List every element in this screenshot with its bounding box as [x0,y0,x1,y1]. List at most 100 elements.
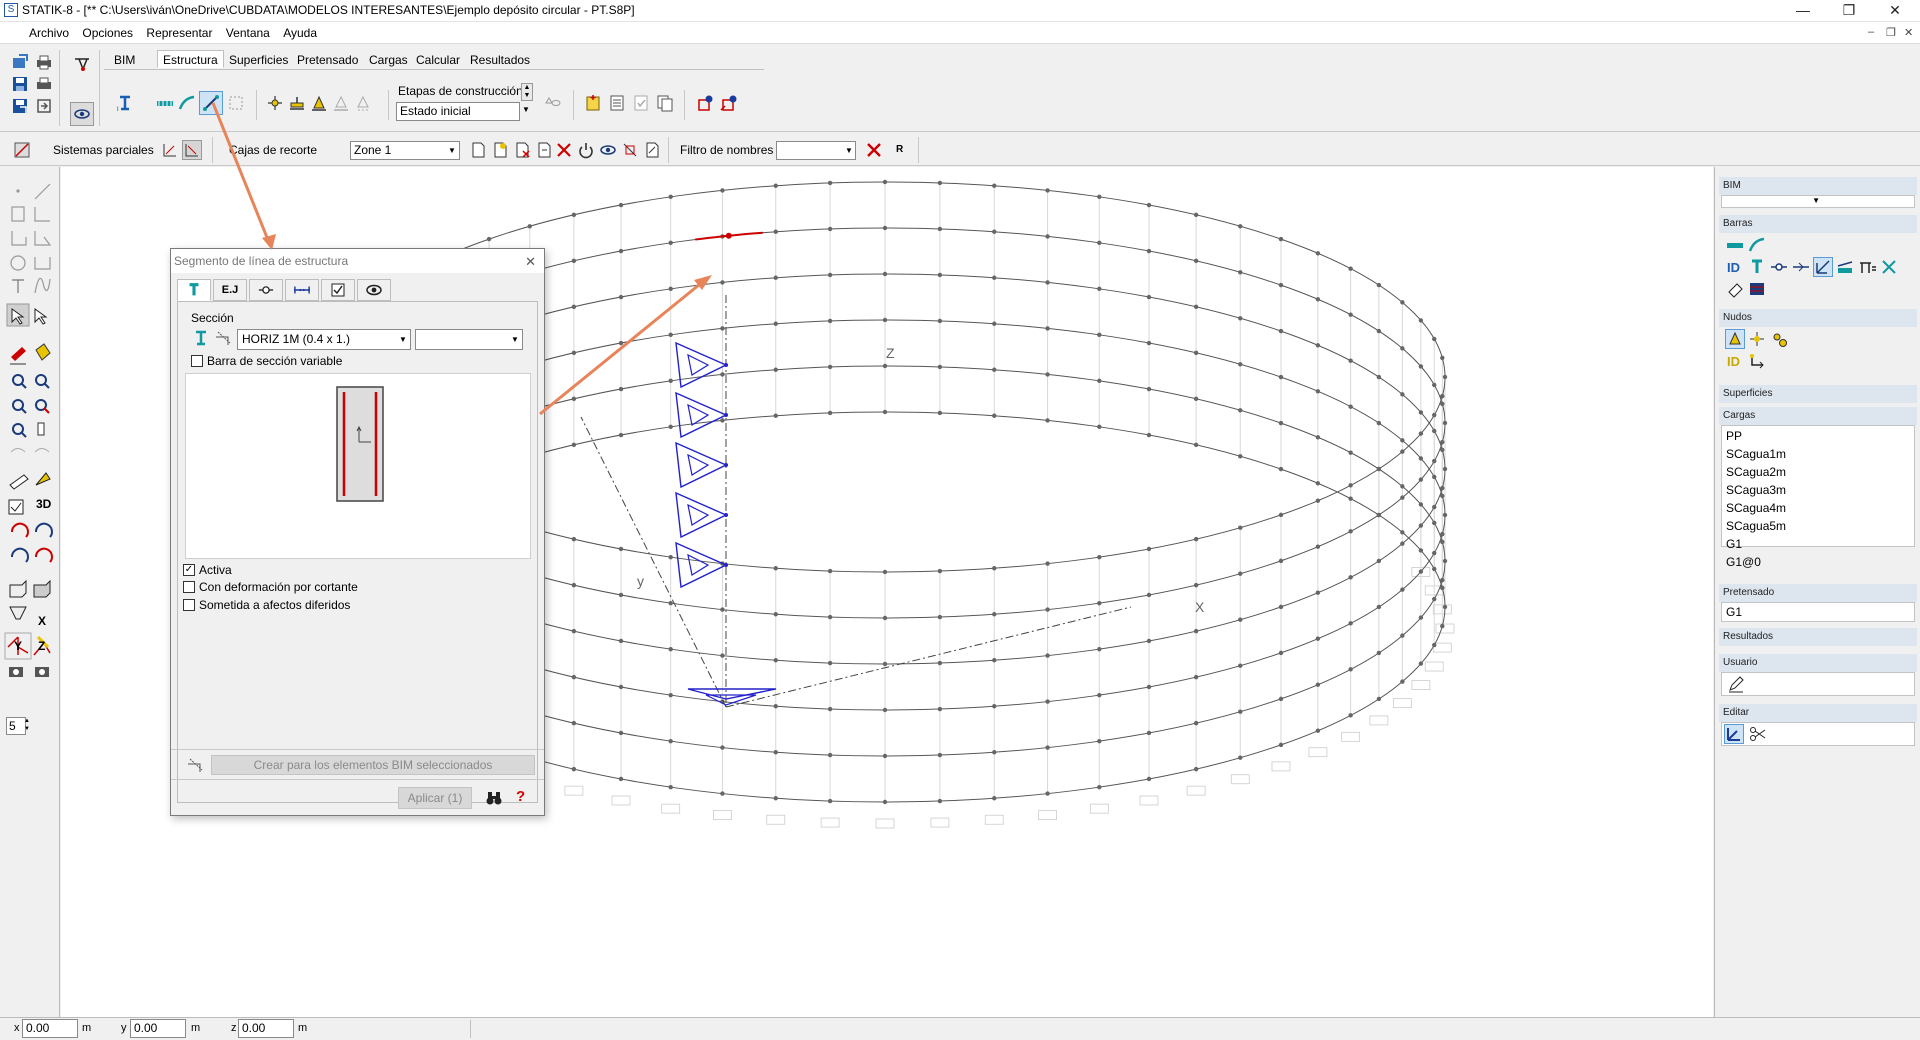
section-secondary-select[interactable] [415,329,523,350]
load-item-scagua3m[interactable]: SCagua3m [1722,482,1914,500]
support-roller-icon[interactable] [331,93,351,113]
tab-hinges[interactable] [249,279,283,301]
tab-checks[interactable] [321,279,355,301]
shear-checkbox[interactable] [183,581,195,593]
support-icon[interactable] [1725,329,1745,349]
tab-visibility[interactable] [357,279,391,301]
power-icon[interactable] [576,140,596,160]
box-remove-icon[interactable] [554,140,574,160]
visibility-eye-icon[interactable] [70,102,94,126]
edit-box-icon[interactable] [490,140,510,160]
partial-system-add-icon[interactable] [160,140,180,160]
doc-restore-button[interactable]: ❐ [1886,26,1896,39]
chevron-down-icon[interactable]: ▼ [448,146,456,155]
section-select[interactable]: HORIZ 1M (0.4 x 1.) [237,329,411,350]
partial-systems-icon[interactable] [12,140,32,160]
load-item-pp[interactable]: PP [1722,428,1914,446]
variable-section-row[interactable]: Barra de sección variable [191,354,342,368]
menu-ventana[interactable]: Ventana [221,23,275,43]
load-item-g1at0[interactable]: G1@0 [1722,554,1914,572]
regex-toggle[interactable]: R [896,144,903,155]
tab-superficies[interactable]: Superficies [223,50,294,68]
box-clip-icon[interactable] [620,140,640,160]
document-copy-icon[interactable] [655,93,675,113]
dialog-close-icon[interactable]: ✕ [525,254,536,270]
stage-visibility-icon[interactable] [542,93,562,113]
stages-select[interactable]: Estado inicial [396,102,520,121]
tab-offsets[interactable] [285,279,319,301]
tab-calcular[interactable]: Calcular [410,50,466,68]
load-item-g1[interactable]: G1 [1722,536,1914,554]
support-spring-icon[interactable] [353,93,373,113]
doc-close-button[interactable]: ✕ [1904,26,1913,39]
curved-bar-icon[interactable] [1747,235,1767,255]
stages-spinner[interactable]: ▲ ▼ [521,83,533,101]
straight-bar-icon[interactable] [155,93,175,113]
eraser-icon[interactable] [1725,279,1745,299]
load-item-scagua2m[interactable]: SCagua2m [1722,464,1914,482]
active-checkbox[interactable]: ✓ [183,564,195,576]
hinge-icon[interactable] [1769,257,1789,277]
node-settings-icon[interactable] [1769,329,1789,349]
node-id-button[interactable]: ID [1727,354,1740,369]
bar-id-button[interactable]: ID [1727,260,1740,275]
node-axes-icon[interactable] [1747,351,1767,371]
select-edit-icon[interactable] [1724,724,1744,744]
support-pinned-icon[interactable] [309,93,329,113]
tab-cargas[interactable]: Cargas [363,50,414,68]
view-x-button[interactable]: X [38,614,46,628]
local-axes-icon[interactable] [1813,257,1833,277]
load-item-scagua1m[interactable]: SCagua1m [1722,446,1914,464]
chevron-down-icon[interactable]: ▼ [511,335,519,344]
tool-zoom[interactable] [6,372,30,396]
menu-archivo[interactable]: Archivo [24,23,74,43]
y-coord-input[interactable]: 0.00 [130,1019,186,1038]
chevron-down-icon[interactable]: ▼ [522,105,530,114]
section-icon[interactable]: I [115,93,135,113]
menu-ayuda[interactable]: Ayuda [278,23,322,43]
chevron-down-icon[interactable]: ▼ [845,146,853,155]
print-preview-icon[interactable] [34,74,54,94]
deferred-checkbox[interactable] [183,599,195,611]
clear-filter-icon[interactable] [864,140,884,160]
save-icon[interactable] [10,74,30,94]
bim-pick-icon[interactable] [185,755,205,775]
view-z-button[interactable]: Z [38,639,45,653]
box-settings-icon[interactable] [642,140,662,160]
apply-button[interactable]: Aplicar (1) [398,787,472,809]
load-item-scagua5m[interactable]: SCagua5m [1722,518,1914,536]
close-button[interactable]: ✕ [1872,0,1918,22]
box-visibility-icon[interactable] [598,140,618,160]
document-list-icon[interactable] [607,93,627,113]
partial-system-toggle-icon[interactable] [182,140,202,160]
binoculars-icon[interactable] [484,788,504,808]
tab-bim[interactable]: BIM [108,50,141,68]
offset-icon[interactable] [1835,257,1855,277]
pencil-icon[interactable] [1726,674,1746,694]
section-icon[interactable] [1747,257,1767,277]
node-icon[interactable] [1747,329,1767,349]
tab-pretensado[interactable]: Pretensado [291,50,364,68]
maximize-button[interactable]: ❐ [1826,0,1872,22]
zoom-step-spinner[interactable]: ▲ ▼ [22,717,32,735]
tool-select[interactable] [6,304,30,328]
view-y-button[interactable]: Y [14,639,22,653]
deferred-row[interactable]: Sometida a afectos diferidos [183,598,350,612]
print-icon[interactable] [34,52,54,72]
export-icon[interactable] [34,96,54,116]
help-icon[interactable]: ? [516,788,525,805]
view-3d-button[interactable]: 3D [36,497,51,511]
menu-opciones[interactable]: Opciones [77,23,138,43]
straight-bar-icon[interactable] [1725,235,1745,255]
line-segment-icon[interactable] [199,91,223,115]
add-node-group-icon[interactable] [694,93,714,113]
active-row[interactable]: ✓ Activa [183,563,232,577]
scissors-icon[interactable] [1748,724,1768,744]
chevron-down-icon[interactable]: ▼ [399,335,407,344]
create-bim-button[interactable]: Crear para los elementos BIM seleccionad… [211,755,535,775]
tab-estructura[interactable]: Estructura [157,50,224,68]
save-as-icon[interactable] [10,96,30,116]
open-icon[interactable] [10,52,30,72]
new-document-icon[interactable] [583,93,603,113]
name-filter-select[interactable] [776,141,856,160]
